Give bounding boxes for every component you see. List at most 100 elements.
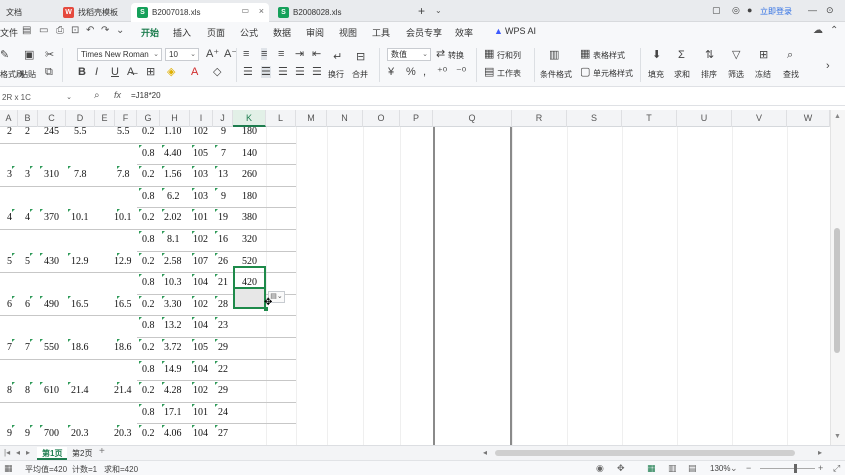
vertical-scroll-thumb[interactable] (834, 228, 840, 353)
cell-k[interactable]: 180 (242, 191, 257, 202)
outdent-icon[interactable]: ⇤ (312, 48, 321, 60)
cell-g[interactable]: 0.8 (142, 234, 155, 245)
menu-page[interactable]: 页面 (207, 26, 225, 39)
fullscreen-icon[interactable]: ⤢ (833, 463, 840, 474)
paste-icon[interactable]: ▣ (24, 49, 34, 61)
sum-icon[interactable]: Σ (678, 49, 685, 61)
wrap-label[interactable]: 换行 (328, 69, 344, 80)
column-header-q[interactable]: Q (433, 110, 512, 127)
cell-c[interactable]: 490 (44, 299, 59, 310)
monitor-icon[interactable]: ▭ (241, 6, 249, 15)
cell-d[interactable]: 10.1 (71, 212, 89, 223)
border-icon[interactable]: ⊞ (146, 66, 155, 78)
strikethrough-icon[interactable]: A̶ (127, 66, 134, 78)
horizontal-scroll-thumb[interactable] (495, 450, 795, 456)
sort-label[interactable]: 排序 (701, 69, 717, 80)
cell-f[interactable]: 16.5 (114, 299, 132, 310)
cell-f[interactable]: 20.3 (114, 428, 132, 439)
clear-format-icon[interactable]: ◇ (213, 66, 221, 78)
cell-a[interactable]: 9 (7, 428, 12, 439)
worksheet-label[interactable]: 工作表 (497, 68, 521, 79)
align-bottom-icon[interactable]: ≡ (278, 48, 284, 60)
column-header-p[interactable]: P (400, 110, 433, 127)
cell-i[interactable]: 103 (193, 191, 208, 202)
cell-j[interactable]: 9 (221, 191, 226, 202)
bold-icon[interactable]: B (78, 66, 86, 78)
justify-icon[interactable]: ☰ (295, 66, 305, 78)
cell-g[interactable]: 0.2 (142, 127, 155, 137)
minimize-icon[interactable]: — (808, 5, 817, 15)
cell-i[interactable]: 107 (193, 256, 208, 267)
cell-i[interactable]: 105 (193, 342, 208, 353)
cell-d[interactable]: 16.5 (71, 299, 89, 310)
sheet-grid[interactable]: 2 2 245 5.5 5.5 0.2 1.10 102 9 180 0.8 4.40 105 7 140 3… (0, 127, 830, 445)
format-brush-icon[interactable]: ✎ (0, 49, 9, 61)
column-header-k[interactable]: K (233, 110, 266, 127)
selected-cell-range[interactable] (233, 266, 266, 289)
column-header-r[interactable]: R (512, 110, 567, 127)
align-top-icon[interactable]: ≡ (243, 48, 249, 60)
cell-j[interactable]: 16 (218, 234, 228, 245)
cell-g[interactable]: 0.8 (142, 407, 155, 418)
cell-g[interactable]: 0.8 (142, 320, 155, 331)
column-header-i[interactable]: I (190, 110, 213, 127)
menu-member[interactable]: 会员专享 (406, 26, 442, 39)
column-header-c[interactable]: C (38, 110, 66, 127)
column-header-a[interactable]: A (0, 110, 18, 127)
cell-b[interactable]: 3 (25, 169, 30, 180)
undo-icon[interactable]: ↶ (86, 25, 94, 36)
cell-f[interactable]: 18.6 (114, 342, 132, 353)
column-header-l[interactable]: L (266, 110, 296, 127)
fill-icon[interactable]: ⬇ (652, 49, 661, 61)
eye-icon[interactable]: ◉ (596, 463, 604, 474)
column-header-m[interactable]: M (296, 110, 327, 127)
zoom-slider-track[interactable] (760, 468, 815, 469)
first-sheet-icon[interactable]: |◂ (4, 448, 10, 457)
number-format-select[interactable]: 数值 ⌄ (387, 48, 431, 61)
scroll-left-icon[interactable]: ◂ (483, 448, 487, 457)
align-middle-icon[interactable]: ≡ (261, 48, 268, 60)
cell-c[interactable]: 430 (44, 256, 59, 267)
align-right-icon[interactable]: ☰ (278, 66, 288, 78)
cell-f[interactable]: 10.1 (114, 212, 132, 223)
decrease-decimal-icon[interactable]: ⁻⁰ (456, 66, 466, 78)
cell-g[interactable]: 0.2 (142, 428, 155, 439)
chevron-down-icon[interactable]: ⌄ (435, 6, 442, 15)
cell-h[interactable]: 1.10 (164, 127, 182, 137)
chevron-right-icon[interactable]: › (826, 60, 830, 72)
cell-h[interactable]: 1.56 (164, 169, 182, 180)
name-box[interactable]: 2R x 1C ⌄ (2, 91, 74, 104)
cloud-icon[interactable]: ☁ (813, 25, 823, 36)
cell-j[interactable]: 24 (218, 407, 228, 418)
cell-h[interactable]: 17.1 (164, 407, 182, 418)
tab-b2007018[interactable]: S B2007018.xls ▭ × (131, 3, 269, 22)
zoom-icon[interactable]: ⌕ (94, 90, 100, 101)
thousands-icon[interactable]: , (423, 66, 426, 78)
cell-a[interactable]: 5 (7, 256, 12, 267)
cell-i[interactable]: 101 (193, 407, 208, 418)
open-icon[interactable]: ▭ (39, 25, 48, 36)
cell-i[interactable]: 104 (193, 277, 208, 288)
cell-a[interactable]: 4 (7, 212, 12, 223)
cell-h[interactable]: 4.06 (164, 428, 182, 439)
filter-label[interactable]: 筛选 (728, 69, 744, 80)
new-tab-icon[interactable]: + (418, 4, 425, 18)
cell-h[interactable]: 14.9 (164, 364, 182, 375)
increase-decimal-icon[interactable]: ⁺⁰ (437, 66, 447, 78)
italic-icon[interactable]: I (95, 66, 98, 78)
cell-h[interactable]: 10.3 (164, 277, 182, 288)
underline-icon[interactable]: U (111, 66, 119, 78)
cell-j[interactable]: 22 (218, 364, 228, 375)
normal-view-icon[interactable]: ▦ (647, 463, 656, 474)
cell-a[interactable]: 3 (7, 169, 12, 180)
cell-k[interactable]: 320 (242, 234, 257, 245)
column-header-b[interactable]: B (18, 110, 38, 127)
freeze-icon[interactable]: ⊞ (759, 49, 768, 61)
merge-icon[interactable]: ⊟ (356, 51, 365, 63)
column-header-n[interactable]: N (327, 110, 363, 127)
cond-format-icon[interactable]: ▥ (549, 49, 559, 61)
menu-tools[interactable]: 工具 (372, 26, 390, 39)
zoom-out-icon[interactable]: − (746, 463, 751, 473)
cell-k[interactable]: 380 (242, 212, 257, 223)
search-icon[interactable]: ⌕ (787, 49, 793, 61)
